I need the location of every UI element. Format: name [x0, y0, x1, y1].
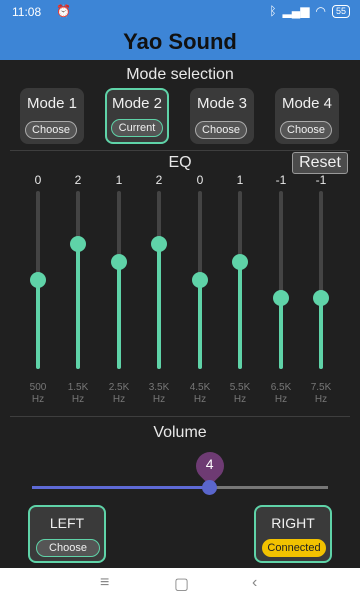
eq-band-freq-unit: Hz	[314, 394, 328, 405]
eq-slider-thumb[interactable]	[273, 289, 289, 306]
eq-band-value: -1	[275, 173, 287, 187]
eq-slider-fill	[36, 280, 40, 369]
main-panel: Mode selection Mode 1 Choose Mode 2 Curr…	[0, 60, 360, 568]
right-channel-button[interactable]: RIGHT Connected	[254, 505, 332, 563]
eq-slider-thumb[interactable]	[232, 254, 248, 271]
right-channel-connected-badge[interactable]: Connected	[262, 539, 326, 557]
eq-band-value: -1	[315, 173, 327, 187]
eq-band-freq-unit: Hz	[112, 394, 126, 405]
status-time: 11:08	[12, 5, 42, 19]
eq-band-value: 0	[196, 173, 204, 187]
left-channel-choose-button[interactable]: Choose	[36, 539, 100, 557]
mode-3-button[interactable]: Mode 3 Choose	[190, 88, 254, 144]
eq-band-value: 1	[115, 173, 123, 187]
eq-band-frequency: 500 Hz	[18, 382, 58, 406]
eq-band-freq-unit: Hz	[193, 394, 207, 405]
eq-band-frequency: 7.5K Hz	[301, 382, 341, 406]
mode-2-label: Mode 2	[111, 95, 163, 112]
system-nav-bar: ≡ ▢ ‹	[0, 568, 360, 600]
eq-band-freq-unit: Hz	[31, 394, 45, 405]
eq-band-freq-unit: Hz	[233, 394, 247, 405]
eq-band-freq-value: 500	[29, 382, 47, 393]
eq-band-freq-value: 7.5K	[310, 382, 332, 393]
eq-slider-thumb[interactable]	[111, 254, 127, 271]
mode-4-choose-button[interactable]: Choose	[280, 121, 332, 139]
wifi-icon: ◠	[315, 4, 326, 18]
mode-3-label: Mode 3	[196, 95, 248, 112]
battery-icon: 55	[331, 4, 350, 18]
mode-1-label: Mode 1	[26, 95, 78, 112]
eq-band-freq-value: 3.5K	[148, 382, 170, 393]
eq-slider-thumb[interactable]	[70, 236, 86, 253]
volume-value: 4	[205, 456, 214, 472]
mode-4-label: Mode 4	[281, 95, 333, 112]
eq-slider-fill	[198, 280, 202, 369]
eq-slider-fill	[319, 297, 323, 369]
battery-level: 55	[335, 5, 346, 16]
eq-band-value: 2	[74, 173, 82, 187]
eq-slider-fill	[76, 244, 80, 369]
eq-band-freq-unit: Hz	[152, 394, 166, 405]
home-icon[interactable]: ▢	[174, 574, 189, 594]
eq-slider-fill	[157, 244, 161, 369]
eq-band-freq-unit: Hz	[274, 394, 288, 405]
mode-2-current-badge[interactable]: Current	[111, 119, 163, 137]
mode-3-choose-button[interactable]: Choose	[195, 121, 247, 139]
eq-band-value: 1	[236, 173, 244, 187]
eq-band-freq-value: 6.5K	[270, 382, 292, 393]
status-icons: ᛒ ▂▄▆ ◠ 55	[269, 4, 350, 18]
eq-slider-thumb[interactable]	[30, 272, 46, 288]
volume-slider-fill	[32, 486, 210, 489]
mode-4-button[interactable]: Mode 4 Choose	[275, 88, 339, 144]
volume-slider-thumb[interactable]	[202, 480, 218, 495]
eq-band-freq-value: 5.5K	[229, 382, 251, 393]
mode-1-button[interactable]: Mode 1 Choose	[20, 88, 84, 144]
eq-band-frequency: 6.5K Hz	[261, 382, 301, 406]
status-bar: 11:08 ⏰ ᛒ ▂▄▆ ◠ 55	[0, 0, 360, 24]
eq-band-freq-value: 2.5K	[108, 382, 130, 393]
eq-slider-thumb[interactable]	[151, 236, 167, 253]
mode-selection-title: Mode selection	[126, 66, 234, 83]
right-channel-label: RIGHT	[271, 515, 315, 531]
signal-icon: ▂▄▆	[282, 4, 310, 18]
divider	[10, 150, 350, 151]
eq-band-value: 2	[155, 173, 163, 187]
bluetooth-icon: ᛒ	[269, 4, 277, 18]
eq-slider-fill	[117, 262, 121, 369]
eq-slider-thumb[interactable]	[192, 272, 208, 288]
app-title-bar: Yao Sound	[0, 24, 360, 60]
eq-band-value: 0	[34, 173, 42, 187]
mode-2-button[interactable]: Mode 2 Current	[105, 88, 169, 144]
eq-slider-thumb[interactable]	[313, 289, 329, 306]
eq-band-frequency: 4.5K Hz	[180, 382, 220, 406]
eq-band-freq-value: 4.5K	[189, 382, 211, 393]
back-icon[interactable]: ‹	[252, 574, 257, 592]
mode-1-choose-button[interactable]: Choose	[25, 121, 77, 139]
eq-band-frequency: 3.5K Hz	[139, 382, 179, 406]
eq-band-freq-value: 1.5K	[67, 382, 89, 393]
eq-band-freq-unit: Hz	[71, 394, 85, 405]
eq-band-frequency: 1.5K Hz	[58, 382, 98, 406]
eq-slider-fill	[238, 262, 242, 369]
eq-band-frequency: 5.5K Hz	[220, 382, 260, 406]
menu-icon[interactable]: ≡	[100, 574, 109, 592]
eq-slider-fill	[279, 297, 283, 369]
eq-band-frequency: 2.5K Hz	[99, 382, 139, 406]
alarm-icon: ⏰	[56, 4, 71, 18]
divider	[10, 416, 350, 417]
volume-title: Volume	[153, 424, 207, 441]
left-channel-button[interactable]: LEFT Choose	[28, 505, 106, 563]
app-title: Yao Sound	[123, 29, 237, 54]
left-channel-label: LEFT	[49, 515, 85, 531]
eq-reset-button[interactable]: Reset	[292, 152, 348, 174]
